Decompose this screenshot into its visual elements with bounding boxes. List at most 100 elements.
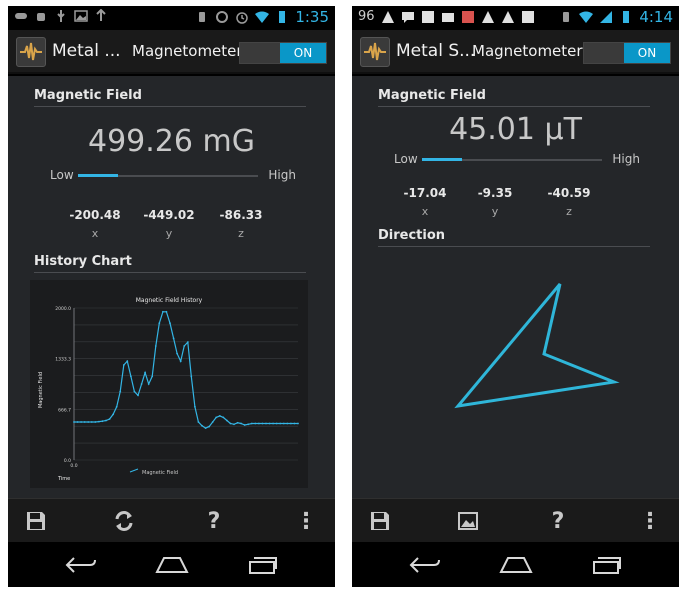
strength-track bbox=[422, 158, 602, 161]
legend-entry: Magnetic Field bbox=[142, 470, 178, 476]
axis-x: -17.04 x bbox=[390, 186, 460, 218]
data-point bbox=[236, 421, 239, 424]
overflow-menu-button[interactable]: ⋮ bbox=[292, 507, 320, 535]
data-point bbox=[215, 416, 218, 419]
help-button[interactable]: ? bbox=[200, 507, 228, 535]
home-icon[interactable] bbox=[154, 554, 190, 576]
recent-apps-icon[interactable] bbox=[588, 554, 624, 576]
refresh-button[interactable] bbox=[110, 507, 138, 535]
data-point bbox=[243, 424, 246, 426]
usb-icon bbox=[57, 10, 65, 22]
facebook-icon bbox=[521, 11, 534, 23]
usb-debug-icon bbox=[96, 9, 106, 21]
data-point bbox=[233, 423, 235, 426]
data-point bbox=[197, 421, 200, 423]
data-point bbox=[286, 422, 289, 425]
y-tick-label: 2000.0 bbox=[55, 306, 71, 312]
picture-icon bbox=[458, 512, 478, 530]
sensor-toggle[interactable]: ON bbox=[583, 42, 671, 64]
app-logo-icon[interactable] bbox=[360, 37, 390, 67]
data-point bbox=[190, 375, 193, 378]
divider bbox=[378, 106, 650, 107]
data-point bbox=[247, 423, 250, 426]
z-value: -40.59 bbox=[547, 186, 591, 200]
wifi-icon bbox=[255, 11, 270, 23]
data-point bbox=[268, 422, 271, 425]
toggle-on-label: ON bbox=[624, 43, 670, 63]
data-point bbox=[105, 419, 107, 422]
sensor-toggle[interactable]: ON bbox=[239, 42, 327, 64]
data-point bbox=[279, 422, 282, 425]
divider bbox=[34, 106, 306, 107]
app-logo-icon[interactable] bbox=[16, 37, 46, 67]
data-point bbox=[204, 427, 207, 429]
action-bar: Metal ... Magnetometer ON bbox=[8, 30, 335, 74]
data-point bbox=[275, 422, 278, 425]
bottom-toolbar: ? ⋮ bbox=[8, 498, 335, 542]
axis-y: -449.02 y bbox=[134, 208, 204, 240]
overflow-menu-button[interactable]: ⋮ bbox=[636, 507, 664, 535]
strength-meter: Low High bbox=[46, 168, 296, 184]
data-point bbox=[94, 421, 97, 423]
divider bbox=[34, 272, 306, 273]
wifi-icon bbox=[579, 11, 594, 23]
phone-screen-left: 1:35 Metal ... Magnetometer ON Magnetic … bbox=[8, 6, 335, 587]
image-button[interactable] bbox=[454, 507, 482, 535]
navigation-bar bbox=[352, 542, 679, 587]
low-label: Low bbox=[50, 168, 74, 182]
x-tick-label: 0.0 bbox=[70, 463, 77, 469]
data-point bbox=[172, 337, 175, 340]
y-value: -449.02 bbox=[143, 208, 195, 222]
y-label: y bbox=[165, 227, 173, 240]
battery-icon bbox=[279, 11, 286, 23]
facebook-icon bbox=[421, 11, 434, 23]
data-point bbox=[122, 364, 125, 366]
data-point bbox=[208, 425, 211, 428]
direction-heading: Direction bbox=[378, 228, 446, 243]
x-label: x bbox=[91, 227, 99, 240]
data-point bbox=[201, 424, 203, 427]
warning-icon bbox=[381, 11, 394, 23]
data-point bbox=[258, 422, 260, 425]
data-point bbox=[240, 422, 243, 425]
axis-z: -86.33 z bbox=[206, 208, 276, 240]
save-button[interactable] bbox=[22, 507, 50, 535]
save-button[interactable] bbox=[366, 507, 394, 535]
floppy-disk-icon bbox=[371, 512, 389, 530]
data-point bbox=[179, 360, 182, 363]
x-label: x bbox=[421, 205, 429, 218]
waveform-icon bbox=[364, 42, 386, 61]
help-button[interactable]: ? bbox=[544, 507, 572, 535]
vibrate-icon bbox=[563, 12, 570, 22]
data-point bbox=[137, 394, 139, 397]
legend-swatch bbox=[129, 468, 139, 473]
history-chart: Magnetic Field History Magnetic Field Ti… bbox=[30, 280, 308, 488]
strength-track bbox=[78, 174, 258, 177]
data-point bbox=[154, 345, 157, 347]
data-point bbox=[133, 390, 136, 393]
data-point bbox=[147, 383, 150, 385]
main-content: Magnetic Field 45.01 µT Low High -17.04 x… bbox=[352, 76, 679, 498]
strength-meter: Low High bbox=[390, 152, 640, 168]
strength-fill bbox=[422, 158, 462, 161]
divider bbox=[378, 246, 650, 247]
home-icon[interactable] bbox=[498, 554, 534, 576]
magnetic-field-heading: Magnetic Field bbox=[378, 88, 486, 103]
data-point bbox=[272, 422, 274, 425]
data-point bbox=[250, 422, 253, 425]
y-value: -9.35 bbox=[477, 186, 513, 200]
chart-y-ticks: 0.0666.71333.32000.0 bbox=[55, 306, 71, 464]
data-point bbox=[183, 345, 186, 347]
back-icon[interactable] bbox=[62, 554, 98, 576]
chart-x-ticks: 0.0 bbox=[70, 463, 77, 469]
recent-apps-icon[interactable] bbox=[244, 554, 280, 576]
x-value: -200.48 bbox=[69, 208, 121, 222]
series-points bbox=[73, 310, 299, 429]
back-icon[interactable] bbox=[406, 554, 442, 576]
data-point bbox=[229, 422, 232, 425]
play-store-icon bbox=[461, 11, 474, 23]
data-point bbox=[90, 421, 93, 423]
data-point bbox=[254, 422, 257, 425]
chart-y-label: Magnetic Field bbox=[38, 372, 44, 408]
data-point bbox=[126, 360, 129, 363]
